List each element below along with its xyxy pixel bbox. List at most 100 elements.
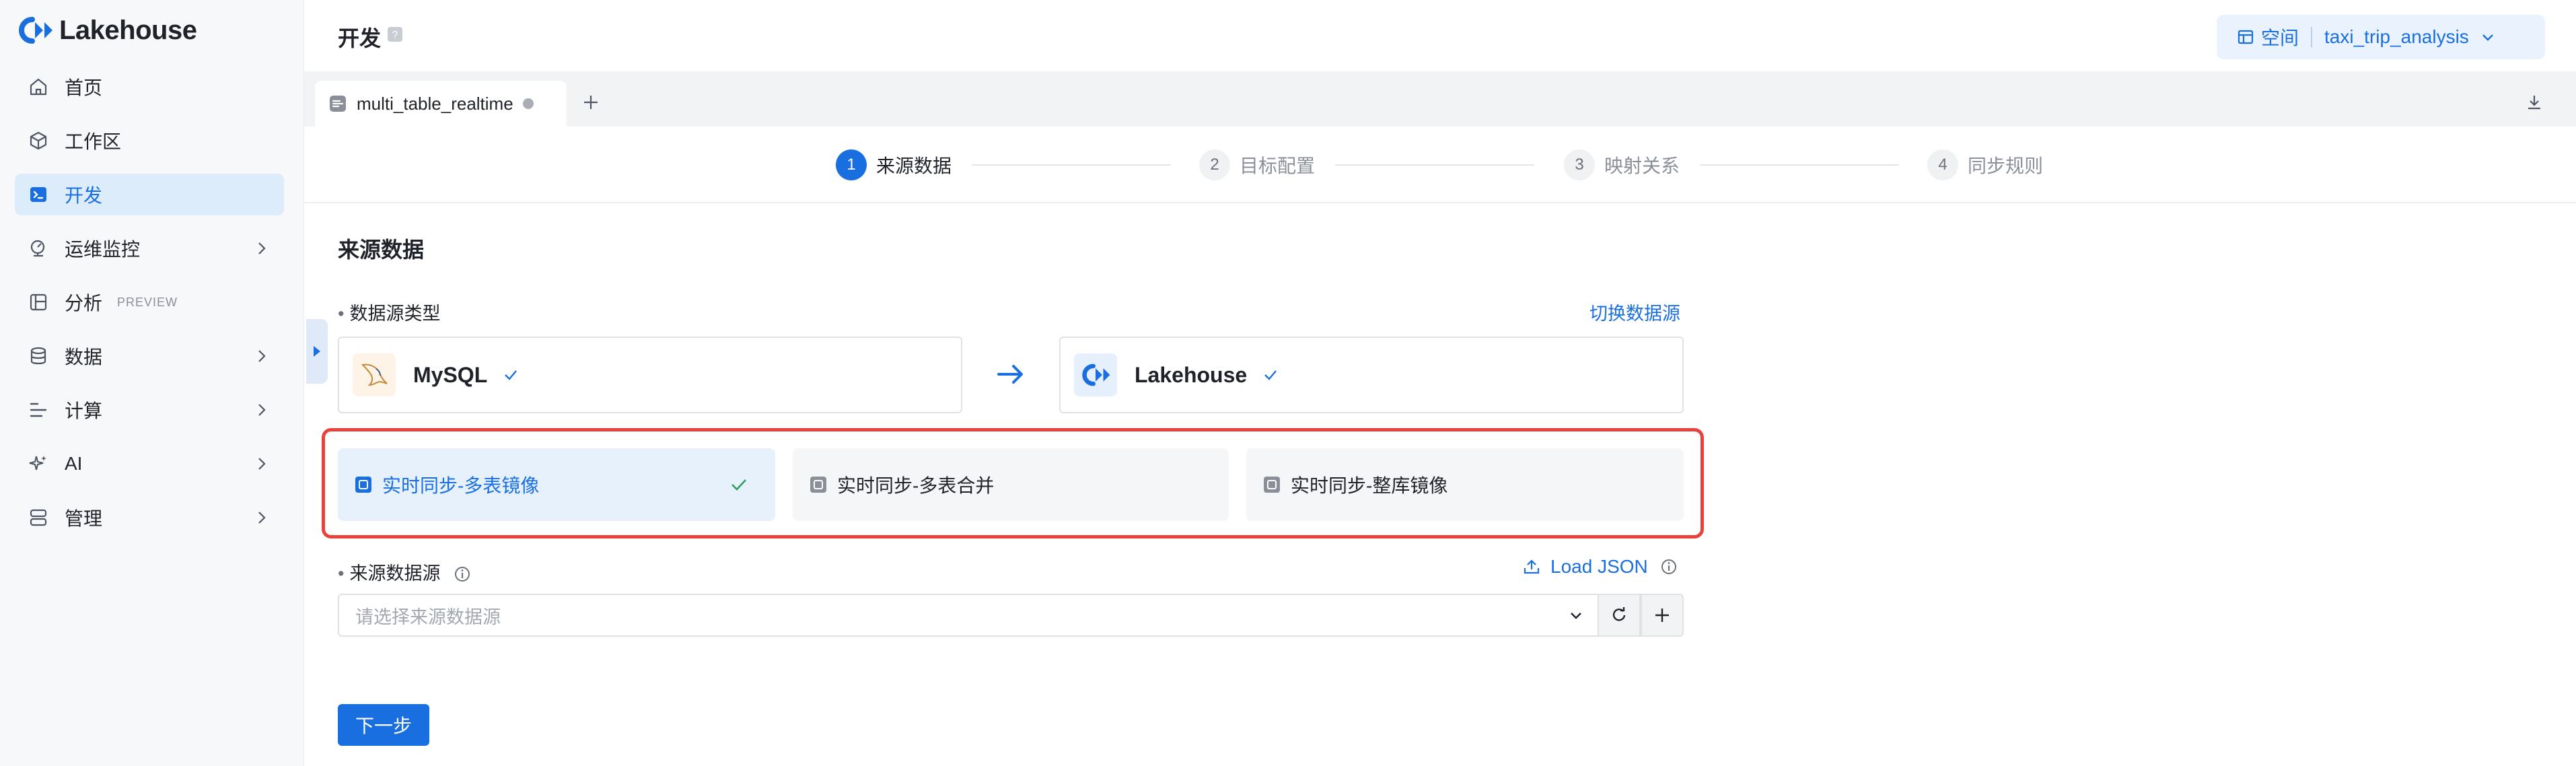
space-label: 空间 (2261, 28, 2299, 48)
load-json-button[interactable]: Load JSON (1522, 556, 1678, 578)
sync-mode-icon (810, 477, 826, 493)
sidebar-item-label: 分析 (65, 293, 103, 314)
step-connector (1700, 164, 1899, 166)
help-icon[interactable]: ? (386, 26, 404, 43)
next-step-button[interactable]: 下一步 (338, 704, 429, 746)
step-target-config[interactable]: 2 目标配置 (1199, 148, 1315, 182)
lakehouse-logo-icon (19, 17, 52, 44)
sidebar-nav: 首页 工作区 开发 运维监控 分析 PREVIEW 数据 计算 AI 管理 (15, 66, 284, 551)
sidebar-item-compute[interactable]: 计算 (15, 389, 284, 431)
chevron-right-icon (258, 404, 266, 416)
page-title: 开发 (338, 26, 382, 50)
sidebar-item-data[interactable]: 数据 (15, 335, 284, 377)
step-number: 2 (1199, 149, 1230, 180)
sidebar-collapse-toggle[interactable] (306, 319, 328, 384)
target-type-card[interactable]: Lakehouse (1059, 337, 1684, 413)
plus-icon (584, 96, 598, 109)
logo-text: Lakehouse (59, 15, 197, 45)
switch-datasource-link[interactable]: 切换数据源 (1589, 299, 1680, 325)
add-tab-button[interactable] (575, 86, 607, 118)
lakehouse-icon (1074, 353, 1117, 396)
logo[interactable]: Lakehouse (16, 13, 197, 47)
sidebar-item-develop[interactable]: 开发 (15, 174, 284, 215)
download-icon (2528, 96, 2540, 110)
refresh-datasource-button[interactable] (1598, 594, 1641, 637)
sidebar-item-label: 工作区 (65, 131, 122, 152)
tab-label: multi_table_realtime (357, 93, 513, 114)
space-selector[interactable]: 空间 taxi_trip_analysis (2217, 15, 2545, 59)
sync-mode-multi-table-mirror[interactable]: 实时同步-多表镜像 (338, 448, 775, 521)
plus-icon (1655, 608, 1669, 622)
add-datasource-button[interactable] (1641, 594, 1684, 637)
source-datasource-label: • 来源数据源 (338, 559, 471, 585)
database-icon (27, 345, 50, 368)
step-source-data[interactable]: 1 来源数据 (836, 148, 952, 182)
load-json-label: Load JSON (1550, 556, 1648, 577)
space-icon (2238, 30, 2254, 44)
sync-mode-label: 实时同步-多表合并 (837, 475, 995, 496)
caret-right-icon (314, 346, 320, 357)
step-label: 映射关系 (1604, 155, 1680, 176)
sync-task-icon (330, 96, 346, 112)
preview-tag: PREVIEW (117, 295, 178, 309)
sync-mode-icon (1264, 477, 1280, 493)
sync-mode-full-db-mirror[interactable]: 实时同步-整库镜像 (1246, 448, 1684, 521)
label-text: 来源数据源 (349, 563, 441, 584)
step-number: 3 (1564, 149, 1595, 180)
step-number: 4 (1927, 149, 1958, 180)
sidebar-item-workspace[interactable]: 工作区 (15, 120, 284, 162)
sidebar-item-ai[interactable]: AI (15, 443, 284, 485)
wizard-steps: 1 来源数据 2 目标配置 3 映射关系 4 同步规则 (304, 127, 2576, 203)
monitor-icon (27, 237, 50, 260)
tab-multi-table-realtime[interactable]: multi_table_realtime (315, 81, 567, 127)
editor-tabbar: multi_table_realtime (304, 71, 2576, 127)
unsaved-dot (522, 98, 534, 109)
sidebar-item-monitor[interactable]: 运维监控 (15, 228, 284, 269)
sidebar-item-analysis[interactable]: 分析 PREVIEW (15, 281, 284, 323)
sidebar-item-manage[interactable]: 管理 (15, 497, 284, 538)
check-icon (505, 370, 517, 380)
divider (2311, 27, 2313, 47)
step-sync-rules[interactable]: 4 同步规则 (1927, 148, 2043, 182)
cube-icon (27, 129, 50, 152)
sidebar-item-label: 首页 (65, 77, 103, 98)
chevron-right-icon (258, 512, 266, 524)
check-icon (1264, 370, 1277, 380)
analysis-icon (27, 291, 50, 314)
sidebar-item-home[interactable]: 首页 (15, 66, 284, 108)
chevron-right-icon (258, 458, 266, 470)
sync-mode-label: 实时同步-整库镜像 (1291, 475, 1448, 496)
step-mapping[interactable]: 3 映射关系 (1564, 148, 1680, 182)
step-connector (972, 164, 1171, 166)
svg-text:?: ? (392, 30, 398, 41)
sidebar-item-label: 数据 (65, 347, 103, 368)
sync-mode-icon (355, 477, 371, 493)
step-label: 来源数据 (876, 155, 952, 176)
sidebar-item-label: AI (65, 453, 83, 474)
sync-mode-multi-table-merge[interactable]: 实时同步-多表合并 (793, 448, 1229, 521)
required-mark: • (338, 563, 345, 584)
terminal-icon (27, 183, 50, 206)
step-number: 1 (836, 149, 867, 180)
source-datasource-select[interactable]: 请选择来源数据源 (338, 594, 1599, 637)
download-button[interactable] (2518, 86, 2550, 118)
step-label: 目标配置 (1240, 155, 1316, 176)
chevron-right-icon (258, 242, 266, 254)
compute-icon (27, 398, 50, 421)
source-type-name: MySQL (413, 362, 488, 387)
sidebar-item-label: 运维监控 (65, 239, 141, 260)
sidebar: Lakehouse 首页 工作区 开发 运维监控 分析 PREVIEW 数据 计… (0, 0, 304, 766)
sidebar-item-label: 开发 (65, 185, 103, 206)
sparkle-icon (27, 452, 50, 475)
top-header: 开发 ? 空间 taxi_trip_analysis (304, 0, 2576, 71)
chevron-right-icon (258, 350, 266, 362)
section-title: 来源数据 (338, 238, 425, 262)
sync-mode-label: 实时同步-多表镜像 (382, 475, 540, 496)
check-icon (731, 479, 746, 491)
chevron-down-icon (2482, 34, 2493, 41)
source-type-card[interactable]: MySQL (338, 337, 962, 413)
info-icon[interactable] (454, 565, 471, 583)
select-placeholder: 请选择来源数据源 (355, 606, 501, 627)
space-value: taxi_trip_analysis (2324, 26, 2469, 47)
info-icon[interactable] (1660, 558, 1678, 576)
